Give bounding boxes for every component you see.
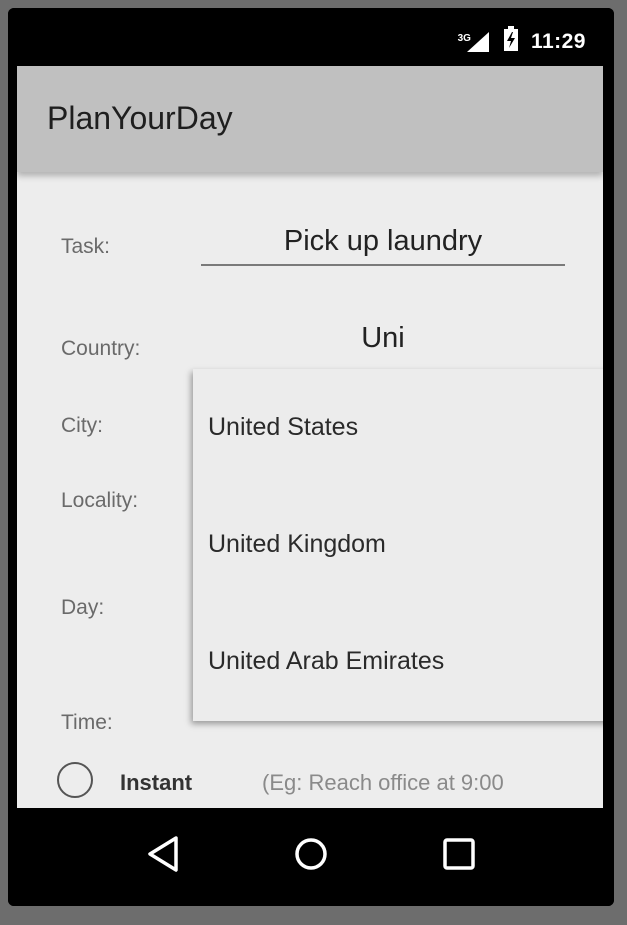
instant-radio-row[interactable]: Instant (Eg: Reach office at 9:00 — [57, 762, 603, 802]
device-frame: 3G 11:29 PlanYourDay Task: Pick up laund… — [8, 8, 614, 906]
suggestion-united-kingdom[interactable]: United Kingdom — [208, 530, 386, 559]
instant-radio-label: Instant — [120, 770, 193, 795]
task-input[interactable]: Pick up laundry — [201, 218, 565, 266]
time-label: Time: — [61, 711, 113, 734]
locality-label: Locality: — [61, 489, 139, 512]
back-icon[interactable] — [146, 834, 182, 879]
battery-icon — [503, 26, 519, 57]
city-label: City: — [61, 414, 103, 437]
day-label: Day: — [61, 596, 105, 619]
recents-icon[interactable] — [439, 834, 479, 879]
task-label: Task: — [61, 235, 111, 258]
app-title: PlanYourDay — [47, 100, 233, 136]
app-bar: PlanYourDay — [17, 66, 603, 172]
instant-radio-button[interactable] — [57, 762, 93, 798]
form-content: Task: Pick up laundry Country: Uni City:… — [17, 172, 603, 808]
suggestion-united-states[interactable]: United States — [208, 413, 358, 442]
country-label: Country: — [61, 337, 141, 360]
status-bar: 3G 11:29 — [8, 8, 614, 66]
suggestion-united-arab-emirates[interactable]: United Arab Emirates — [208, 647, 444, 676]
signal-icon: 3G — [458, 30, 491, 54]
status-clock: 11:29 — [530, 29, 586, 53]
country-suggestions-dropdown: United States United Kingdom United Arab… — [193, 369, 603, 721]
home-icon[interactable] — [291, 834, 331, 879]
country-input[interactable]: Uni — [201, 322, 565, 355]
instant-radio-hint: (Eg: Reach office at 9:00 — [262, 770, 504, 795]
navigation-bar — [8, 808, 614, 906]
